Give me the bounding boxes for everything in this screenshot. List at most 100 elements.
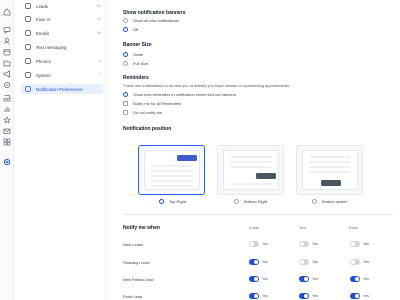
toggle-knob [300, 242, 304, 246]
toggle-label: Yes [363, 277, 369, 281]
radio-bottom-center[interactable] [312, 198, 317, 204]
position-option-bottom-center[interactable]: Bottom center [312, 198, 347, 204]
radio-reminders-center[interactable] [123, 91, 128, 97]
notification-settings-panel: Show notification banners Show all new n… [106, 0, 400, 300]
banner-preview [256, 173, 276, 179]
toggle-knob [254, 277, 258, 281]
home-icon[interactable] [3, 8, 11, 16]
preview-row [151, 175, 193, 177]
sidebar-item-notification-preferences[interactable]: Notification Preferences [21, 84, 103, 94]
toggle-knob [250, 242, 254, 246]
chart-icon[interactable] [3, 105, 11, 113]
layout-preview [223, 150, 279, 190]
text-toggle[interactable] [299, 293, 309, 299]
radio-bottom-right[interactable] [234, 198, 239, 204]
position-card-bottom-right[interactable] [217, 145, 284, 195]
column-email: Email [249, 225, 260, 230]
position-option-bottom-right[interactable]: Bottom Right [234, 198, 267, 204]
sidebar-item-emails[interactable]: Emails 36 [21, 28, 103, 38]
mail-icon[interactable] [3, 127, 11, 135]
sidebar-item-text-messaging[interactable]: Text messaging [21, 42, 103, 52]
banner-preview [321, 180, 341, 186]
email-toggle[interactable] [249, 259, 259, 265]
preview-row [151, 185, 193, 187]
banner-option-show-all[interactable]: Show all new notifications. [123, 17, 180, 23]
column-push: Push [349, 225, 359, 230]
toggle-knob [351, 242, 355, 246]
sidebar-item-label: Notification Preferences [36, 86, 83, 92]
toggle-knob [254, 294, 258, 298]
gear-icon[interactable] [3, 158, 11, 166]
grid-icon[interactable] [3, 138, 11, 146]
email-toggle[interactable] [249, 293, 259, 299]
preview-row [309, 156, 351, 158]
contacts-icon[interactable] [3, 37, 11, 45]
notify-heading: Notify me when [123, 225, 160, 231]
toggle-label: Yes [262, 294, 268, 298]
push-toggle[interactable] [350, 276, 360, 282]
text-toggle[interactable] [299, 276, 309, 282]
layout-preview [144, 150, 200, 190]
calendar-icon[interactable] [3, 48, 11, 56]
radio-off[interactable] [123, 26, 128, 32]
megaphone-icon[interactable] [3, 70, 11, 78]
sidebar-item-system[interactable]: System 7 [21, 70, 103, 80]
toggle-label: Yes [312, 294, 318, 298]
push-toggle[interactable] [350, 293, 360, 299]
position-card-top-right[interactable] [138, 145, 205, 195]
preview-row [151, 180, 193, 182]
position-heading: Notification position [123, 126, 172, 132]
count-badge: 6 [99, 59, 101, 63]
inbox-icon[interactable] [3, 94, 11, 102]
notify-row: Pond Lead Yes Yes Yes [123, 293, 393, 300]
email-toggle[interactable] [249, 241, 259, 247]
size-option-full[interactable]: Full Size [123, 60, 148, 66]
email-toggle[interactable] [249, 276, 259, 282]
push-toggle[interactable] [350, 241, 360, 247]
radio-top-right[interactable] [159, 198, 164, 204]
icon-rail [0, 0, 14, 300]
sidebar-item-leads[interactable]: Leads 51 [21, 1, 103, 11]
sidebar-item-label: Kixie AI [36, 16, 51, 22]
radio-small[interactable] [123, 51, 128, 57]
radio-full-size[interactable] [123, 60, 128, 66]
section-divider [123, 214, 393, 215]
preview-row [230, 156, 272, 158]
banners-heading: Show notification banners [123, 10, 186, 16]
count-badge: 51 [97, 4, 101, 8]
reminder-option-center[interactable]: Show new reminders in notification cente… [123, 91, 237, 97]
toggle-label: Yes [312, 242, 318, 246]
toggle-label: Yes [262, 277, 268, 281]
position-card-bottom-center[interactable] [296, 145, 363, 195]
size-option-small[interactable]: Small [123, 51, 143, 57]
toggle-label: Yes [262, 242, 268, 246]
preview-row [230, 161, 272, 163]
folder-icon[interactable] [3, 59, 11, 67]
settings-icon[interactable] [3, 81, 11, 89]
position-option-top-right[interactable]: Top Right [159, 198, 186, 204]
bell-icon [25, 86, 31, 92]
radio-show-all[interactable] [123, 17, 128, 23]
reminder-option-none[interactable]: Do not notify me [123, 109, 162, 115]
count-badge: 7 [99, 73, 101, 77]
preview-row [230, 183, 272, 185]
reminder-option-all[interactable]: Notify me for all Reminders [123, 100, 181, 106]
star-icon[interactable] [3, 116, 11, 124]
count-badge: 36 [97, 31, 101, 35]
toggle-knob [351, 260, 355, 264]
chat-icon[interactable] [3, 26, 11, 34]
text-toggle[interactable] [299, 241, 309, 247]
preview-row [309, 166, 351, 168]
checkbox-do-not-notify[interactable] [123, 109, 128, 115]
sidebar-item-label: Emails [36, 30, 50, 36]
push-toggle[interactable] [350, 259, 360, 265]
banner-option-off[interactable]: Off [123, 26, 138, 32]
banner-preview [177, 155, 197, 161]
notify-row-label: New Leads [123, 242, 144, 247]
sidebar-item-phones[interactable]: Phones 6 [21, 56, 103, 66]
text-toggle[interactable] [299, 259, 309, 265]
toggle-knob [355, 294, 359, 298]
checkbox-all-reminders[interactable] [123, 100, 128, 106]
sidebar-item-kixie-ai[interactable]: Kixie AI 24 [21, 14, 103, 24]
preview-row [151, 170, 193, 172]
